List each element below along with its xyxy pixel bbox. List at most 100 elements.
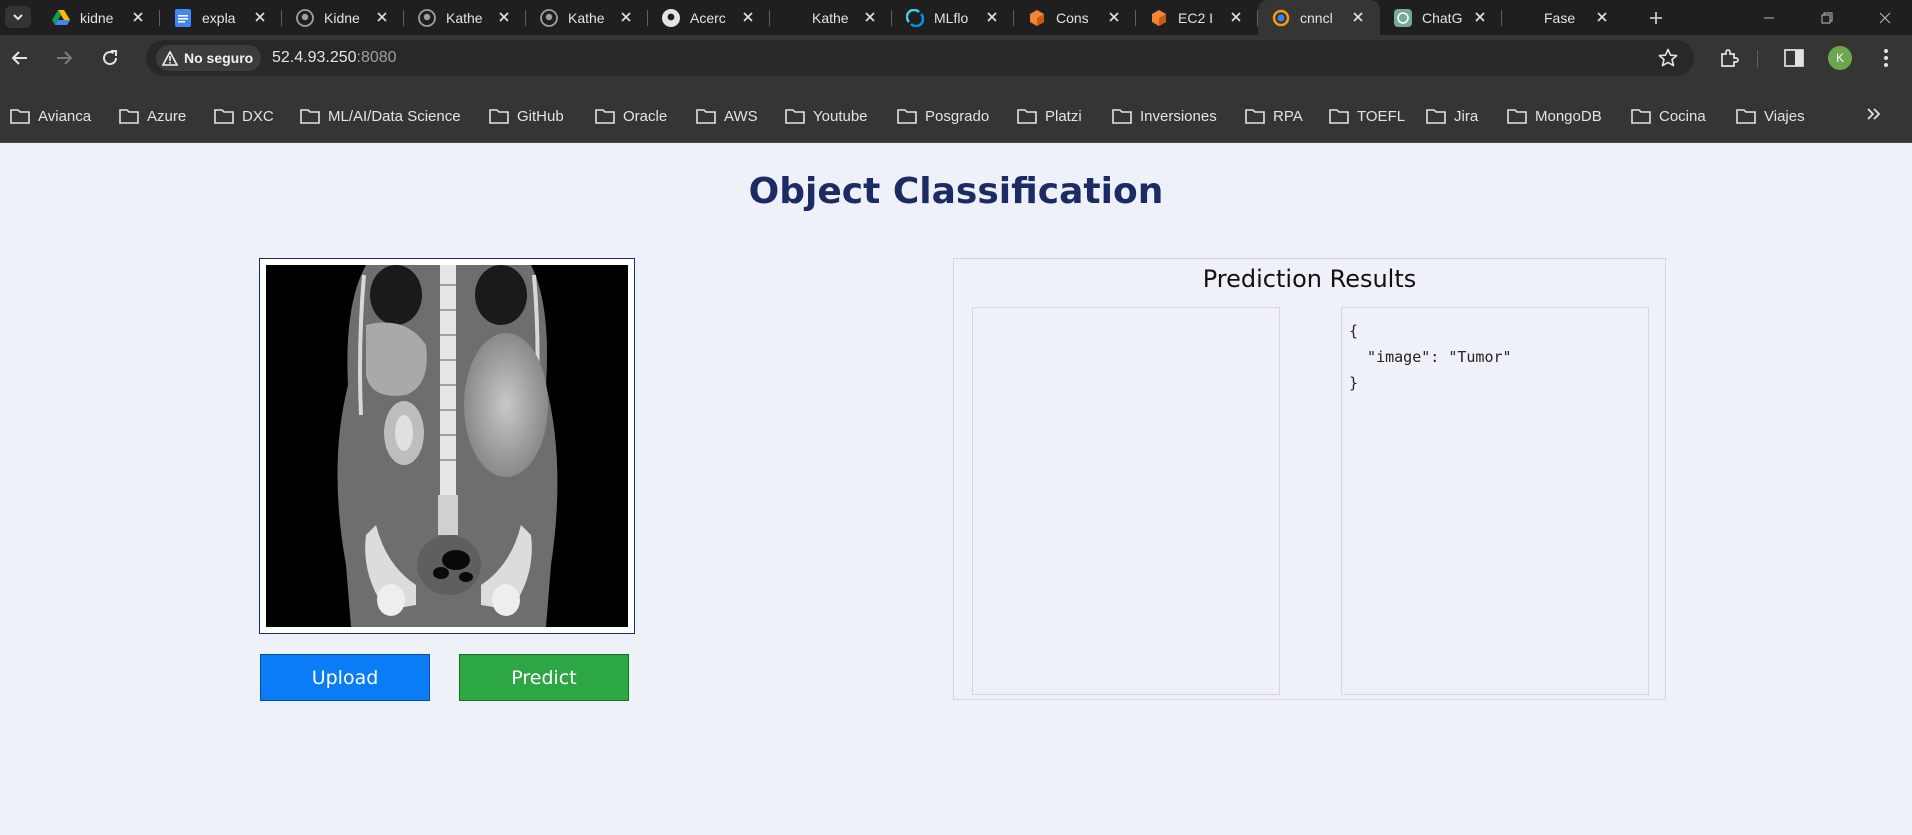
bookmark-folder-avianca[interactable]: Avianca	[10, 105, 91, 127]
bookmark-folder-viajes[interactable]: Viajes	[1736, 105, 1805, 127]
tab-kathe-blank[interactable]: Kathe	[770, 0, 892, 35]
chevron-double-right-icon	[1867, 108, 1881, 120]
bookmark-folder-oracle[interactable]: Oracle	[595, 105, 667, 127]
bookmark-folder-toefl[interactable]: TOEFL	[1329, 105, 1405, 127]
tab-title: MLflo	[934, 9, 969, 26]
close-icon[interactable]	[862, 9, 878, 25]
reload-icon	[103, 50, 118, 66]
plus-icon	[1650, 12, 1662, 24]
bookmark-folder-azure[interactable]: Azure	[119, 105, 186, 127]
extensions-button[interactable]	[1717, 46, 1741, 70]
predict-button[interactable]: Predict	[459, 654, 629, 701]
bookmark-folder-posgrado[interactable]: Posgrado	[897, 105, 989, 127]
back-button[interactable]	[6, 44, 34, 72]
url-text[interactable]: 52.4.93.250:8080	[272, 49, 397, 67]
profile-avatar[interactable]: K	[1828, 46, 1852, 70]
close-icon[interactable]	[1106, 9, 1122, 25]
tab-kidney-drive[interactable]: kidne	[38, 0, 160, 35]
blank-icon	[784, 9, 802, 27]
prediction-results-panel: Prediction Results { "image": "Tumor" }	[953, 258, 1666, 700]
close-icon[interactable]	[984, 9, 1000, 25]
tab-title: EC2 I	[1178, 9, 1214, 26]
bookmark-folder-inversiones[interactable]: Inversiones	[1112, 105, 1217, 127]
bookmark-label: AWS	[724, 107, 758, 125]
tab-chatgpt[interactable]: ChatG	[1380, 0, 1502, 35]
close-icon[interactable]	[1350, 9, 1366, 25]
address-bar[interactable]: No seguro 52.4.93.250:8080	[146, 40, 1694, 76]
folder-icon	[300, 109, 320, 124]
bookmark-folder-cocina[interactable]: Cocina	[1631, 105, 1706, 127]
close-icon[interactable]	[252, 9, 268, 25]
folder-icon	[10, 109, 30, 124]
bookmark-folder-aws[interactable]: AWS	[696, 105, 758, 127]
tab-explain-docs[interactable]: expla	[160, 0, 282, 35]
bookmark-folder-rpa[interactable]: RPA	[1245, 105, 1303, 127]
minimize-button[interactable]	[1742, 0, 1796, 35]
bookmark-label: Jira	[1454, 107, 1479, 125]
tab-ec2[interactable]: EC2 I	[1136, 0, 1258, 35]
folder-icon	[1631, 109, 1651, 124]
tab-mlflow[interactable]: MLflo	[892, 0, 1014, 35]
tab-acerca-github[interactable]: Acerc	[648, 0, 770, 35]
bookmark-label: RPA	[1273, 107, 1303, 125]
aws-icon	[1150, 9, 1168, 27]
tab-title: Cons	[1056, 9, 1089, 26]
tab-search-button[interactable]	[5, 6, 31, 28]
tab-cnncl-active[interactable]: cnncl	[1258, 0, 1380, 35]
image-preview-frame	[259, 258, 635, 634]
bookmark-folder-youtube[interactable]: Youtube	[785, 105, 868, 127]
bookmark-star-icon[interactable]	[1658, 48, 1678, 68]
bookmark-label: Youtube	[813, 107, 868, 125]
close-icon[interactable]	[1594, 9, 1610, 25]
new-tab-button[interactable]	[1644, 6, 1668, 30]
close-icon[interactable]	[496, 9, 512, 25]
tab-fase[interactable]: Fase	[1502, 0, 1624, 35]
close-icon[interactable]	[618, 9, 634, 25]
close-icon[interactable]	[1228, 9, 1244, 25]
forward-button[interactable]	[50, 44, 78, 72]
security-chip[interactable]: No seguro	[156, 45, 262, 71]
bookmark-folder-platzi[interactable]: Platzi	[1017, 105, 1082, 127]
tab-kathe-github-2[interactable]: Kathe	[526, 0, 648, 35]
close-icon[interactable]	[740, 9, 756, 25]
arrow-right-icon	[57, 51, 73, 65]
browser-tab-strip: kidne expla Kidne Kathe Kathe Acerc Kath…	[0, 0, 1912, 35]
bookmark-folder-ml[interactable]: ML/AI/Data Science	[300, 105, 461, 127]
page-title: Object Classification	[748, 171, 1164, 212]
close-icon[interactable]	[1472, 9, 1488, 25]
folder-icon	[1507, 109, 1527, 124]
folder-icon	[1112, 109, 1132, 124]
tab-kathe-github-1[interactable]: Kathe	[404, 0, 526, 35]
github-icon	[662, 8, 680, 27]
tab-title: Fase	[1544, 9, 1576, 26]
folder-icon	[1017, 109, 1037, 124]
bookmark-folder-dxc[interactable]: DXC	[214, 105, 274, 127]
arrow-left-icon	[11, 51, 27, 65]
close-window-button[interactable]	[1858, 0, 1912, 35]
folder-icon	[1329, 109, 1349, 124]
folder-icon	[214, 109, 234, 124]
tab-title: Kathe	[568, 9, 605, 26]
more-bookmarks-button[interactable]	[1866, 107, 1882, 126]
bookmarks-bar: Avianca Azure DXC ML/AI/Data Science Git…	[0, 81, 1912, 143]
bookmark-label: MongoDB	[1535, 107, 1602, 125]
github-icon	[296, 8, 314, 27]
upload-button[interactable]: Upload	[260, 654, 430, 701]
reload-button[interactable]	[96, 44, 124, 72]
bookmark-label: Azure	[147, 107, 187, 125]
tab-title: ChatG	[1422, 9, 1463, 26]
bookmark-folder-jira[interactable]: Jira	[1426, 105, 1478, 127]
menu-button[interactable]	[1874, 46, 1898, 70]
browser-toolbar: No seguro 52.4.93.250:8080 K	[0, 35, 1912, 81]
bookmark-folder-mongodb[interactable]: MongoDB	[1507, 105, 1602, 127]
tab-kidney-github[interactable]: Kidne	[282, 0, 404, 35]
bookmark-label: GitHub	[517, 107, 564, 125]
close-icon[interactable]	[374, 9, 390, 25]
restore-button[interactable]	[1800, 0, 1854, 35]
tab-title: Kidne	[324, 9, 360, 26]
url-port: :8080	[356, 49, 397, 66]
close-icon[interactable]	[130, 9, 146, 25]
side-panel-button[interactable]	[1782, 46, 1806, 70]
bookmark-folder-github[interactable]: GitHub	[489, 105, 564, 127]
tab-aws-console[interactable]: Cons	[1014, 0, 1136, 35]
